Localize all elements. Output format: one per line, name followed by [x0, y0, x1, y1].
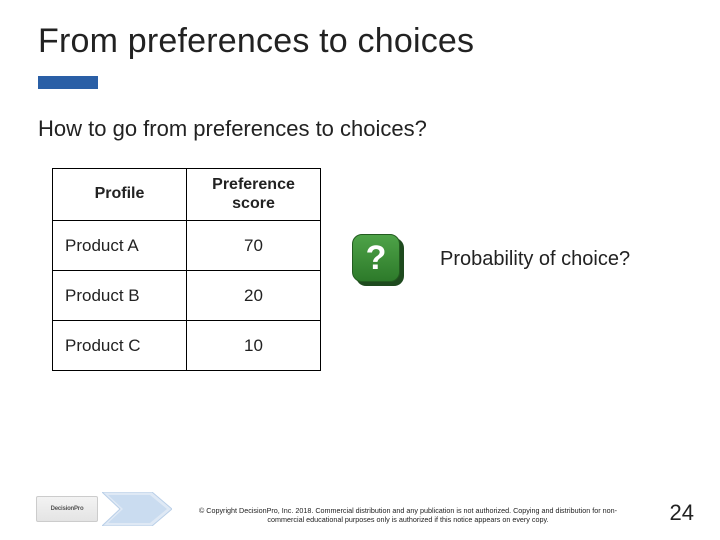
copyright-text: © Copyright DecisionPro, Inc. 2018. Comm…: [188, 506, 628, 524]
header-score: Preference score: [187, 169, 321, 221]
question-mark-badge: ?: [352, 234, 404, 286]
cell-score: 10: [187, 321, 321, 371]
cell-profile: Product B: [53, 271, 187, 321]
cell-score: 20: [187, 271, 321, 321]
logo: DecisionPro: [36, 496, 98, 522]
table-row: Product C 10: [53, 321, 321, 371]
table-row: Product A 70: [53, 221, 321, 271]
header-score-line2: score: [232, 195, 275, 212]
preference-table: Profile Preference score Product A 70 Pro…: [52, 168, 321, 371]
title-accent-bar: [38, 76, 98, 89]
question-mark-icon: ?: [352, 234, 400, 282]
cell-profile: Product A: [53, 221, 187, 271]
slide-subtitle: How to go from preferences to choices?: [38, 116, 427, 142]
table-row: Product B 20: [53, 271, 321, 321]
table-header-row: Profile Preference score: [53, 169, 321, 221]
header-score-line1: Preference: [212, 176, 295, 193]
slide-title: From preferences to choices: [38, 22, 474, 61]
probability-label: Probability of choice?: [440, 248, 630, 271]
slide: From preferences to choices How to go fr…: [0, 0, 720, 540]
header-profile: Profile: [53, 169, 187, 221]
cell-profile: Product C: [53, 321, 187, 371]
chevron-icon: [102, 492, 172, 526]
cell-score: 70: [187, 221, 321, 271]
page-number: 24: [670, 500, 694, 526]
